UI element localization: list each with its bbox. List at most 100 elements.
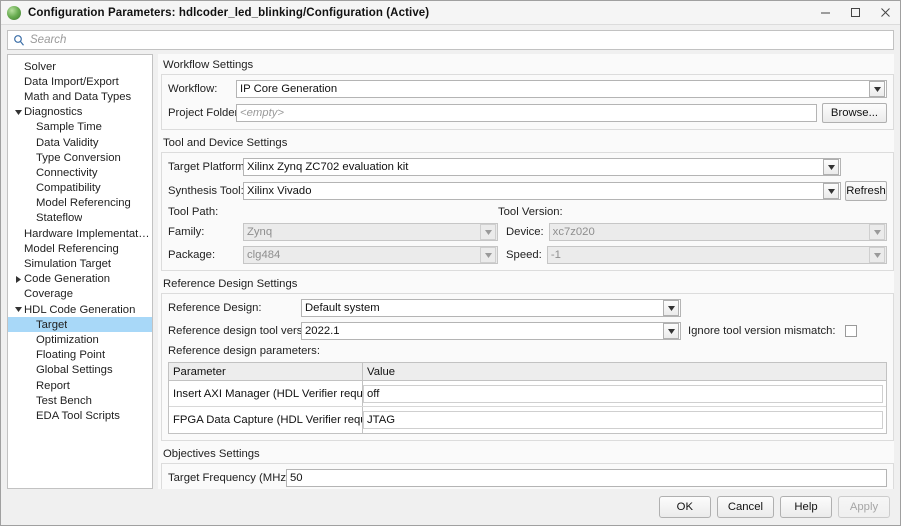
tree-item-label: Test Bench bbox=[36, 394, 92, 407]
parameter-value-input[interactable]: JTAG bbox=[363, 411, 883, 429]
group-box-workflow: Workflow: IP Core Generation Project Fol… bbox=[161, 74, 894, 130]
tree-item-model-referencing[interactable]: Model Referencing bbox=[8, 241, 152, 256]
group-box-objectives: Target Frequency (MHz): 50 bbox=[161, 463, 894, 489]
tree-item-label: Model Referencing bbox=[24, 242, 119, 255]
reference-tool-version-select[interactable]: 2022.1 bbox=[301, 322, 681, 340]
window-title: Configuration Parameters: hdlcoder_led_b… bbox=[28, 6, 430, 19]
settings-tree[interactable]: Solver Data Import/Export Math and Data Ty… bbox=[7, 54, 153, 489]
ignore-mismatch-checkbox[interactable] bbox=[844, 325, 857, 337]
chevron-down-icon[interactable] bbox=[663, 300, 679, 316]
search-bar bbox=[1, 25, 900, 54]
chevron-down-icon[interactable] bbox=[12, 109, 24, 115]
tree-item-report[interactable]: Report bbox=[8, 378, 152, 393]
device-value: xc7z020 bbox=[552, 226, 595, 238]
column-header-parameter: Parameter bbox=[169, 363, 363, 380]
browse-button[interactable]: Browse... bbox=[821, 103, 887, 123]
row-target-frequency: Target Frequency (MHz): 50 bbox=[168, 469, 887, 487]
tree-item-diagnostics[interactable]: Diagnostics bbox=[8, 105, 152, 120]
tree-item-eda-tool-scripts[interactable]: EDA Tool Scripts bbox=[8, 408, 152, 423]
refresh-button[interactable]: Refresh bbox=[845, 181, 887, 201]
tree-item-compatibility[interactable]: Compatibility bbox=[8, 181, 152, 196]
tree-item-optimization[interactable]: Optimization bbox=[8, 332, 152, 347]
parameter-value-cell: JTAG bbox=[363, 407, 886, 433]
row-paths: Tool Path: Tool Version: bbox=[168, 206, 887, 218]
synthesis-tool-label: Synthesis Tool: bbox=[168, 185, 244, 197]
target-platform-select[interactable]: Xilinx Zynq ZC702 evaluation kit bbox=[243, 158, 841, 176]
dialog-footer: OK Cancel Help Apply bbox=[1, 489, 900, 525]
tree-item-type-conversion[interactable]: Type Conversion bbox=[8, 150, 152, 165]
group-workflow-settings: Workflow Settings Workflow: IP Core Gene… bbox=[161, 54, 894, 130]
tree-item-label: Math and Data Types bbox=[24, 90, 132, 103]
tree-item-stateflow[interactable]: Stateflow bbox=[8, 211, 152, 226]
chevron-down-icon bbox=[869, 247, 885, 263]
title-bar: Configuration Parameters: hdlcoder_led_b… bbox=[1, 1, 900, 25]
tree-item-solver[interactable]: Solver bbox=[8, 59, 152, 74]
tree-item-connectivity[interactable]: Connectivity bbox=[8, 165, 152, 180]
tree-item-math-and-data-types[interactable]: Math and Data Types bbox=[8, 89, 152, 104]
tree-item-label: EDA Tool Scripts bbox=[36, 409, 120, 422]
reference-tool-version-label: Reference design tool version: bbox=[168, 325, 321, 337]
chevron-down-icon[interactable] bbox=[12, 307, 24, 313]
tree-item-label: Sample Time bbox=[36, 121, 102, 134]
project-folder-label: Project Folder: bbox=[168, 107, 242, 119]
chevron-down-icon[interactable] bbox=[663, 323, 679, 339]
tree-item-global-settings[interactable]: Global Settings bbox=[8, 363, 152, 378]
family-label: Family: bbox=[168, 226, 205, 238]
tree-item-data-validity[interactable]: Data Validity bbox=[8, 135, 152, 150]
search-box[interactable] bbox=[7, 30, 894, 50]
row-reference-tool-version: Reference design tool version: 2022.1 Ig… bbox=[168, 322, 887, 340]
target-frequency-input[interactable]: 50 bbox=[286, 469, 887, 487]
parameter-name-cell: FPGA Data Capture (HDL Verifier required… bbox=[169, 407, 363, 433]
tree-item-label: Report bbox=[36, 379, 70, 392]
project-folder-input[interactable]: <empty> bbox=[236, 104, 817, 122]
tree-item-code-generation[interactable]: Code Generation bbox=[8, 272, 152, 287]
group-tool-device-settings: Tool and Device Settings Target Platform… bbox=[161, 132, 894, 271]
table-row: FPGA Data Capture (HDL Verifier required… bbox=[169, 407, 886, 433]
chevron-right-icon[interactable] bbox=[12, 275, 24, 283]
device-select: xc7z020 bbox=[548, 223, 887, 241]
device-label: Device: bbox=[506, 226, 544, 238]
speed-value: -1 bbox=[550, 249, 561, 261]
reference-design-parameters-table: Parameter Value Insert AXI Manager (HDL … bbox=[168, 362, 887, 434]
parameter-value-input[interactable]: off bbox=[363, 384, 883, 403]
chevron-down-icon[interactable] bbox=[823, 183, 839, 199]
tree-item-sample-time[interactable]: Sample Time bbox=[8, 120, 152, 135]
synthesis-tool-select[interactable]: Xilinx Vivado bbox=[243, 182, 841, 200]
tree-item-floating-point[interactable]: Floating Point bbox=[8, 348, 152, 363]
tree-item-test-bench[interactable]: Test Bench bbox=[8, 393, 152, 408]
chevron-down-icon bbox=[869, 224, 885, 240]
search-input[interactable] bbox=[30, 34, 888, 46]
settings-pane: Workflow Settings Workflow: IP Core Gene… bbox=[158, 54, 894, 489]
row-family-device: Family: Zynq Device: xc7z020 bbox=[168, 223, 887, 241]
workflow-select[interactable]: IP Core Generation bbox=[236, 80, 887, 98]
group-reference-design-settings: Reference Design Settings Reference Desi… bbox=[161, 273, 894, 441]
tree-item-label: Optimization bbox=[36, 333, 99, 346]
help-button[interactable]: Help bbox=[780, 496, 832, 518]
tree-item-data-import-export[interactable]: Data Import/Export bbox=[8, 74, 152, 89]
tree-item-label: Data Import/Export bbox=[24, 75, 119, 88]
tree-item-model-referencing[interactable]: Model Referencing bbox=[8, 196, 152, 211]
chevron-down-icon[interactable] bbox=[869, 81, 885, 97]
row-synthesis-tool: Synthesis Tool: Xilinx Vivado Refresh bbox=[168, 181, 887, 201]
chevron-down-icon[interactable] bbox=[823, 159, 839, 175]
minimize-icon[interactable] bbox=[810, 1, 840, 25]
tree-item-coverage[interactable]: Coverage bbox=[8, 287, 152, 302]
tree-item-label: Target bbox=[36, 318, 68, 331]
maximize-icon[interactable] bbox=[840, 1, 870, 25]
cancel-button[interactable]: Cancel bbox=[716, 496, 774, 518]
tree-item-label: HDL Code Generation bbox=[24, 303, 136, 316]
parameter-name-cell: Insert AXI Manager (HDL Verifier require… bbox=[169, 381, 363, 406]
reference-tool-version-value: 2022.1 bbox=[305, 325, 340, 337]
reference-design-select[interactable]: Default system bbox=[301, 299, 681, 317]
family-select: Zynq bbox=[243, 223, 498, 241]
synthesis-tool-value: Xilinx Vivado bbox=[247, 185, 312, 197]
tree-item-target[interactable]: Target bbox=[8, 317, 152, 333]
tree-item-hardware-implementation[interactable]: Hardware Implementation bbox=[8, 226, 152, 241]
ok-button[interactable]: OK bbox=[658, 496, 711, 518]
row-workflow: Workflow: IP Core Generation bbox=[168, 80, 887, 98]
tree-item-hdl-code-generation[interactable]: HDL Code Generation bbox=[8, 302, 152, 317]
tool-path-label: Tool Path: bbox=[168, 206, 219, 218]
close-icon[interactable] bbox=[870, 1, 900, 25]
tree-item-simulation-target[interactable]: Simulation Target bbox=[8, 256, 152, 271]
tree-item-label: Hardware Implementation bbox=[24, 227, 152, 240]
